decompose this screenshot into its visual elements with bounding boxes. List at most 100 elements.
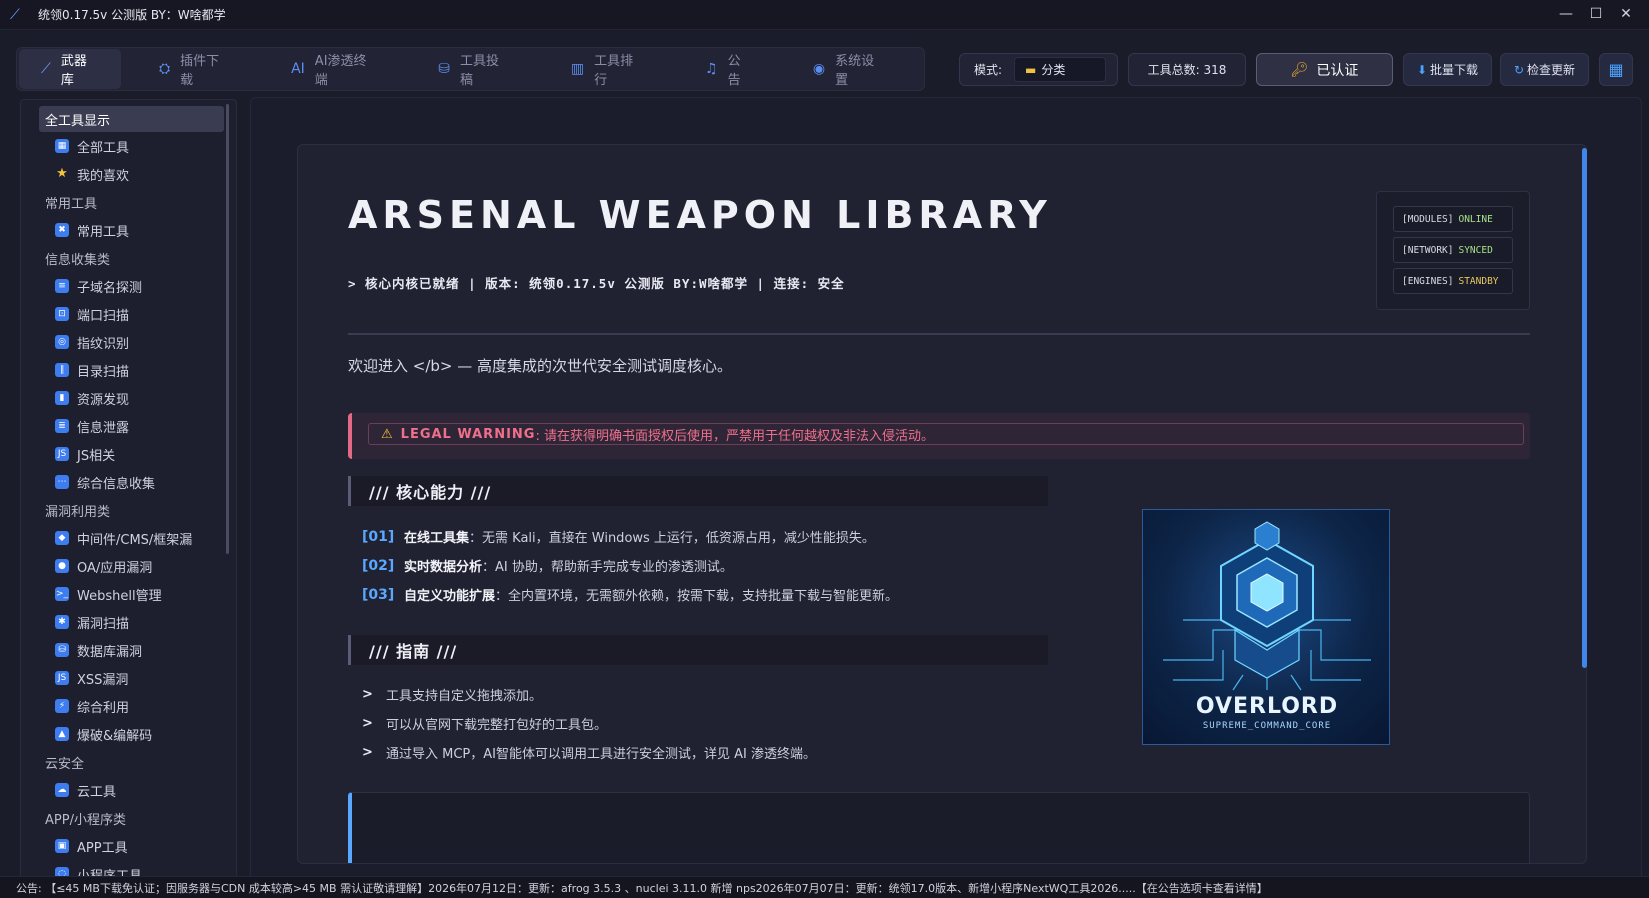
sidebar-item-label: OA/应用漏洞 [77,560,153,576]
sidebar-item[interactable]: JS XSS漏洞 [21,664,236,692]
sidebar-item[interactable]: ▮ 资源发现 [21,384,236,412]
tab-1[interactable]: ⛭ 插件下载 [137,49,253,89]
status-network: [NETWORK] SYNCED [1393,237,1513,263]
oa-icon: ● [55,559,69,573]
mode-selector: 模式: ▬ 分类 [959,53,1118,86]
guide-text: 工具支持自定义拖拽添加。 [386,689,543,704]
chart-icon: ▮ [55,391,69,405]
sidebar-item[interactable]: ▣ APP工具 [21,832,236,860]
capability-key: 在线工具集 [404,531,470,546]
guide-marker: > [362,745,373,760]
refresh-icon: ↻ [1513,62,1525,77]
sidebar-item[interactable]: ⋯ 综合信息收集 [21,468,236,496]
tab-5[interactable]: ♫ 公告 [683,49,775,89]
more-icon: ⋯ [55,475,69,489]
sword-icon: ⟋ [41,61,51,77]
check-update-button[interactable]: ↻ 检查更新 [1500,53,1589,86]
sidebar-category[interactable]: 信息收集类 [21,244,236,272]
tab-2[interactable]: AI AI渗透终端 [269,49,400,89]
sidebar-item[interactable]: JS JS相关 [21,440,236,468]
maximize-icon[interactable]: ☐ [1581,0,1611,30]
category-sidebar: 全工具显示 ▦ 全部工具 ★ 我的喜欢 常用工具 ✖ 常用工具 信息收集类 ≡ 子域名探测 ⊡ 端口扫描… [20,99,237,879]
mode-label: 模式: [974,63,1003,77]
plugin-icon: ⛭ [158,61,171,77]
guide-text: 可以从官网下载完整打包好的工具包。 [386,718,608,733]
tab-0[interactable]: ⟋ 武器库 [19,49,121,89]
sidebar-item[interactable]: ▦ 全部工具 [21,132,236,160]
sidebar-item[interactable]: ∥ 目录扫描 [21,356,236,384]
main-scrollbar[interactable] [1582,148,1587,668]
terminal-icon: >_ [55,587,69,601]
sidebar-category[interactable]: 全工具显示 [39,106,224,132]
tab-6[interactable]: ◉ 系统设置 [791,49,908,89]
sidebar-category[interactable]: 常用工具 [21,188,236,216]
download-icon: ⬇ [1416,62,1428,77]
logo-title: OVERLORD [1195,694,1339,719]
batch-download-label: 批量下载 [1430,63,1479,77]
sidebar-category[interactable]: 漏洞利用类 [21,496,236,524]
grid-view-button[interactable]: ▦ [1599,53,1633,86]
status-value: SYNCED [1458,244,1493,256]
tab-label: 工具排行 [594,54,634,88]
capability-item: [01] 在线工具集 ：无需 Kali，直接在 Windows 上运行，低资源占… [362,527,875,547]
status-value: STANDBY [1458,275,1499,287]
welcome-text: 欢迎进入 </b> — 高度集成的次世代安全测试调度核心。 [348,357,733,375]
sidebar-item-label: Webshell管理 [77,588,162,604]
guide-item: > 通过导入 MCP，AI智能体可以调用工具进行安全测试，详见 AI 渗透终端。 [362,743,816,762]
sidebar-item[interactable]: ▲ 爆破&编解码 [21,720,236,748]
page-subtitle: > 核心内核已就绪 | 版本: 统领0.17.5v 公测版 BY:W啥都学 | … [348,276,845,291]
sidebar-item-label: 目录扫描 [77,364,130,380]
check-update-label: 检查更新 [1527,63,1576,77]
sidebar-category[interactable]: APP/小程序类 [21,804,236,832]
brute-icon: ▲ [55,727,69,741]
mode-dropdown[interactable]: ▬ 分类 [1014,57,1107,82]
sidebar-item[interactable]: ◎ 指纹识别 [21,328,236,356]
capability-number: [02] [362,557,395,574]
logo-subtitle: SUPREME_COMMAND_CORE [1202,721,1332,731]
capability-text: ：无需 Kali，直接在 Windows 上运行，低资源占用，减少性能损失。 [469,531,875,546]
tab-label: 系统设置 [835,54,875,88]
app-icon: ▣ [55,839,69,853]
close-icon[interactable]: ✕ [1611,0,1641,30]
exploit-icon: ⚡ [55,699,69,713]
sidebar-item[interactable]: ⊡ 端口扫描 [21,300,236,328]
capability-number: [03] [362,586,395,603]
bug-icon: ✱ [55,615,69,629]
folder-icon: ▬ [1025,62,1037,77]
status-key: [ENGINES] [1402,275,1454,287]
sidebar-category[interactable]: 云安全 [21,748,236,776]
sidebar-item[interactable]: ≡ 子域名探测 [21,272,236,300]
grid-icon: ▦ [55,139,69,153]
minimize-icon[interactable]: — [1551,0,1581,30]
tool-count: 工具总数: 318 [1147,63,1227,77]
announcement-bar[interactable]: 公告: 【≤45 MB下载免认证；因服务器与CDN 成本较高>45 MB 需认证… [0,876,1649,898]
tab-4[interactable]: ▥ 工具排行 [549,49,667,89]
sidebar-item-label: 云工具 [77,784,117,800]
sidebar-item[interactable]: ◆ 中间件/CMS/框架漏 [21,524,236,552]
status-key: [MODULES] [1402,213,1454,225]
tab-3[interactable]: ⛁ 工具投稿 [416,49,533,89]
star-icon: ★ [56,166,68,181]
batch-download-button[interactable]: ⬇ 批量下载 [1403,53,1492,86]
divider [348,333,1530,335]
auth-button[interactable]: 🔑︎ 已认证 [1256,53,1393,86]
sidebar-scrollbar[interactable] [226,104,229,554]
speaker-icon: ♫ [705,61,718,77]
guide-item: > 工具支持自定义拖拽添加。 [362,685,542,704]
app-logo-icon: ⟋ [10,6,20,23]
sidebar-item[interactable]: ☁ 云工具 [21,776,236,804]
auth-label: 已认证 [1316,62,1359,79]
sidebar-item[interactable]: ⚡ 综合利用 [21,692,236,720]
ai-icon: AI [291,61,305,77]
sidebar-item[interactable]: ✱ 漏洞扫描 [21,608,236,636]
sidebar-item[interactable]: ≣ 信息泄露 [21,412,236,440]
overlord-logo-image: OVERLORD SUPREME_COMMAND_CORE [1142,509,1390,745]
sidebar-item[interactable]: ⛁ 数据库漏洞 [21,636,236,664]
sidebar-item[interactable]: >_ Webshell管理 [21,580,236,608]
tab-label: 插件下载 [180,54,220,88]
sidebar-item[interactable]: ● OA/应用漏洞 [21,552,236,580]
sidebar-item[interactable]: ✖ 常用工具 [21,216,236,244]
sidebar-item[interactable]: ★ 我的喜欢 [21,160,236,188]
guide-item: > 可以从官网下载完整打包好的工具包。 [362,714,607,733]
tab-label: 武器库 [60,54,87,88]
